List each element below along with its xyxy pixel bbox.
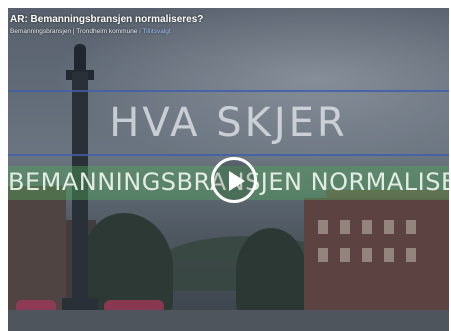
rule-middle (8, 154, 449, 156)
video-player[interactable]: HVA SKJER BEMANNINGSBRANSJEN NORMALISERE… (8, 8, 449, 331)
headline: HVA SKJER (109, 100, 348, 146)
video-title[interactable]: AR: Bemanningsbransjen normaliseres? (10, 14, 203, 25)
channel-info: Bemanningsbransjen | Trondheim kommune (10, 28, 138, 35)
play-icon (229, 171, 245, 191)
video-meta: Bemanningsbransjen | Trondheim kommune i… (10, 28, 171, 35)
play-button[interactable] (211, 157, 257, 203)
rule-top (8, 90, 449, 92)
meta-link[interactable]: i Tillitsvalgt (139, 28, 170, 35)
